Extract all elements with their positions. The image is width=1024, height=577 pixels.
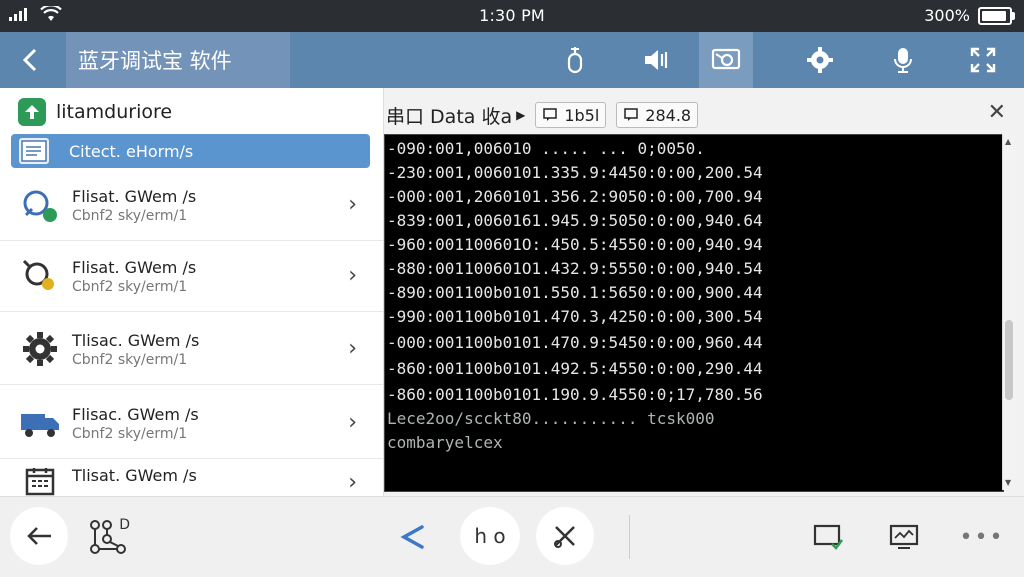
chat-icon bbox=[624, 108, 639, 121]
sidebar-item-selected[interactable]: Citect. eHorm/s bbox=[11, 134, 370, 168]
terminal-line: -090:001,006010 ..... ... 0;0050. bbox=[387, 139, 705, 158]
panel-header: 串口 Data 收a ▶ 1b5l 284.8 ✕ bbox=[384, 96, 1024, 134]
item-title: Flisat. GWem /s bbox=[72, 257, 197, 277]
item-title: Flisac. GWem /s bbox=[72, 404, 199, 424]
gear-icon bbox=[807, 47, 833, 73]
list-item[interactable]: Tlisac. GWem /s Cbnf2 sky/erm/1 › bbox=[0, 314, 383, 385]
box-two-button[interactable]: 284.8 bbox=[616, 102, 699, 128]
list-item[interactable]: Tlisat. GWem /s › bbox=[0, 460, 383, 496]
scrollbar-thumb[interactable] bbox=[1005, 320, 1013, 400]
item-title: Flisat. GWem /s bbox=[72, 186, 197, 206]
list-item[interactable]: Flisat. GWem /s Cbnf2 sky/erm/1 › bbox=[0, 170, 383, 241]
status-bar: 1:30 PM 300% bbox=[0, 0, 1024, 32]
serial-terminal[interactable]: -090:001,006010 ..... ... 0;0050. -230:0… bbox=[384, 134, 1004, 492]
close-icon[interactable]: ✕ bbox=[988, 100, 1006, 125]
item-title: Tlisac. GWem /s bbox=[72, 330, 200, 350]
document-icon bbox=[19, 138, 49, 164]
item-subtitle: Cbnf2 sky/erm/1 bbox=[72, 351, 188, 368]
speaker-icon bbox=[645, 50, 668, 70]
status-time: 1:30 PM bbox=[479, 6, 545, 25]
terminal-line: -839:001,0060161.945.9:5050:0:00,940.64 bbox=[387, 211, 763, 230]
chart-screen-icon bbox=[889, 524, 919, 549]
chevron-right-icon: › bbox=[348, 192, 357, 217]
panel-title: 串口 Data 收a bbox=[386, 105, 513, 128]
item-subtitle: Cbnf2 sky/erm/1 bbox=[72, 425, 188, 442]
toolbar-mic-button[interactable] bbox=[876, 32, 930, 88]
bottom-bar: D h o ••• bbox=[0, 496, 1024, 577]
screen-check-icon bbox=[813, 524, 843, 550]
toolbar-monitor-button[interactable] bbox=[699, 32, 753, 88]
chevron-right-icon: › bbox=[348, 470, 357, 495]
box-one-label: 1b5l bbox=[564, 105, 600, 125]
play-icon[interactable]: ▶ bbox=[516, 108, 525, 122]
calendar-icon bbox=[18, 466, 62, 496]
terminal-line: combaryelcex bbox=[387, 433, 503, 452]
terminal-line: -890:001100b0101.550.1:5650:0:00,900.44 bbox=[387, 283, 763, 302]
terminal-scrollbar[interactable]: ▲ ▼ bbox=[1002, 134, 1015, 490]
scroll-down-icon[interactable]: ▼ bbox=[1005, 478, 1011, 487]
chevron-right-icon: › bbox=[348, 263, 357, 288]
chat-icon bbox=[543, 108, 558, 121]
item-subtitle: Cbnf2 sky/erm/1 bbox=[72, 207, 188, 224]
terminal-line: -880:001100601O1.432.9:5550:0:00,940.54 bbox=[387, 259, 763, 278]
sidebar-item-label: Citect. eHorm/s bbox=[69, 141, 194, 161]
chart-screen-button[interactable] bbox=[880, 515, 928, 559]
scissors-icon bbox=[554, 526, 575, 548]
item-subtitle: Cbnf2 sky/erm/1 bbox=[72, 278, 188, 295]
app-title: 蓝牙调试宝 软件 bbox=[66, 32, 290, 88]
list-item[interactable]: Flisac. GWem /s Cbnf2 sky/erm/1 › bbox=[0, 388, 383, 459]
box-one-button[interactable]: 1b5l bbox=[535, 102, 607, 128]
chevron-right-icon: › bbox=[348, 410, 357, 435]
gear-icon bbox=[18, 327, 62, 371]
battery-percent: 300% bbox=[924, 6, 970, 25]
sidebar: litamduriore Citect. eHorm/s Flisat. GWe… bbox=[0, 88, 384, 496]
back-button[interactable] bbox=[12, 42, 48, 78]
nodes-button[interactable]: D bbox=[84, 515, 132, 559]
list-item[interactable]: Flisat. GWem /s Cbnf2 sky/erm/1 › bbox=[0, 241, 383, 312]
status-right: 300% bbox=[924, 6, 1015, 25]
bluetooth-device-icon bbox=[18, 183, 62, 227]
monitor-settings-icon bbox=[711, 48, 741, 70]
share-icon bbox=[400, 525, 424, 549]
bottom-divider bbox=[629, 515, 630, 559]
chevron-left-icon bbox=[22, 48, 37, 72]
terminal-line: -860:001100b0101.492.5:4550:0:00,290.44 bbox=[387, 359, 763, 378]
sidebar-title: litamduriore bbox=[56, 101, 173, 123]
back-arrow-button[interactable] bbox=[10, 507, 68, 565]
item-title: Tlisat. GWem /s bbox=[72, 466, 197, 485]
cut-button[interactable] bbox=[536, 507, 594, 565]
terminal-line: -230:001,0060101.335.9:4450:0:00,200.54 bbox=[387, 163, 763, 182]
arrow-left-icon bbox=[27, 527, 51, 545]
fullscreen-icon bbox=[970, 47, 996, 73]
center-text-button[interactable]: h o bbox=[460, 507, 520, 565]
device-icon bbox=[567, 47, 583, 74]
toolbar-sound-button[interactable] bbox=[630, 32, 684, 88]
terminal-line: -000:001100b0101.470.9:5450:0:00,960.44 bbox=[387, 333, 763, 352]
share-button[interactable] bbox=[388, 515, 436, 559]
microphone-icon bbox=[894, 48, 912, 73]
toolbar-fullscreen-button[interactable] bbox=[956, 32, 1010, 88]
truck-icon bbox=[18, 401, 62, 445]
sidebar-header: litamduriore bbox=[18, 98, 172, 126]
terminal-line: -960:001100601O:.450.5:4550:0:00,940.94 bbox=[387, 235, 763, 254]
chevron-right-icon: › bbox=[348, 336, 357, 361]
terminal-line: -000:001,2060101.356.2:9050:0:00,700.94 bbox=[387, 187, 763, 206]
more-icon[interactable]: ••• bbox=[958, 515, 1006, 559]
nodes-letter: D bbox=[119, 517, 130, 533]
box-two-label: 284.8 bbox=[645, 105, 692, 125]
terminal-line: -990:001100b0101.470.3,4250:0:00,300.54 bbox=[387, 307, 763, 326]
screen-check-button[interactable] bbox=[804, 515, 852, 559]
link-device-icon bbox=[18, 254, 62, 298]
scroll-up-icon[interactable]: ▲ bbox=[1005, 137, 1011, 146]
terminal-line: Lece2oo/scckt80........... tcsk000 bbox=[387, 409, 715, 428]
toolbar-device-button[interactable] bbox=[548, 32, 602, 88]
terminal-line: -860:001100b0101.190.9.4550:0;17,780.56 bbox=[387, 385, 763, 404]
app-logo-icon bbox=[18, 98, 46, 126]
app-bar: 蓝牙调试宝 软件 bbox=[0, 32, 1024, 88]
battery-icon bbox=[978, 6, 1015, 25]
toolbar-settings-button[interactable] bbox=[793, 32, 847, 88]
